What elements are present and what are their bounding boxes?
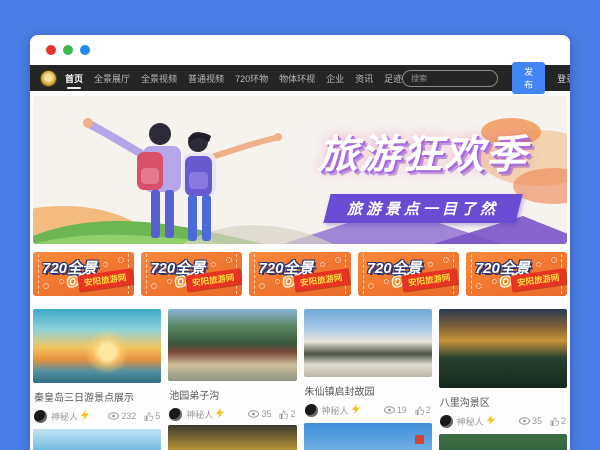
vip-badge-icon bbox=[216, 405, 224, 423]
scenic-thumbnail-old-town bbox=[304, 309, 432, 377]
thumb-up-icon bbox=[550, 417, 559, 426]
nav-item-home[interactable]: 首页 bbox=[65, 72, 83, 85]
thumb-up-icon bbox=[415, 406, 424, 415]
site-logo[interactable] bbox=[40, 70, 57, 87]
grid-column: 池园弟子沟 神秘人 35 2 bbox=[168, 309, 296, 450]
dot-ornament bbox=[428, 262, 433, 267]
hero-subtitle: 旅游景点一目了然 bbox=[347, 198, 499, 219]
scenic-thumbnail-mountain-temple bbox=[168, 309, 296, 381]
vip-badge-icon bbox=[352, 401, 360, 419]
eye-icon bbox=[519, 417, 530, 425]
author-avatar bbox=[440, 415, 453, 428]
dot-ornament bbox=[476, 283, 482, 289]
nav-item-720-object[interactable]: 720环物 bbox=[235, 72, 268, 85]
promo-banner-row: 720全景 Of 安阳旅游网 720全景 Of 安阳旅游网 720全 bbox=[33, 252, 567, 296]
dot-ornament bbox=[368, 283, 374, 289]
author-avatar bbox=[169, 408, 182, 421]
scenic-thumbnail-beach bbox=[33, 309, 161, 383]
author-avatar bbox=[34, 410, 47, 423]
likes-stat[interactable]: 5 bbox=[144, 411, 160, 421]
nav-item-footprints[interactable]: 足迹 bbox=[384, 72, 402, 85]
grid-column: 朱仙镇启封故园 神秘人 19 2 bbox=[304, 309, 432, 450]
dot-ornament bbox=[536, 262, 541, 267]
dot-ornament bbox=[59, 279, 64, 284]
card-title: 秦皇岛三日游景点展示 bbox=[34, 389, 160, 404]
scenic-card[interactable]: 秦皇岛三日游景点展示 神秘人 232 5 bbox=[33, 309, 161, 423]
promo-banner[interactable]: 720全景 Of 安阳旅游网 bbox=[466, 252, 567, 296]
publish-button[interactable]: 发布 bbox=[512, 62, 545, 94]
hero-banner[interactable]: 旅游狂欢季 旅游景点一目了然 bbox=[33, 96, 567, 244]
thumb-up-icon bbox=[279, 410, 288, 419]
scenic-card-partial[interactable] bbox=[304, 423, 432, 450]
thumb-up-icon bbox=[144, 412, 153, 421]
hero-text-block: 旅游狂欢季 旅游景点一目了然 bbox=[268, 122, 567, 223]
dot-ornament bbox=[551, 257, 557, 263]
card-meta: 神秘人 19 2 bbox=[305, 403, 431, 417]
card-meta: 神秘人 35 2 bbox=[169, 407, 295, 421]
red-seal-mark bbox=[415, 435, 424, 444]
eye-icon bbox=[108, 412, 119, 420]
grid-column: 秦皇岛三日游景点展示 神秘人 232 5 bbox=[33, 309, 161, 450]
login-link[interactable]: 登录 bbox=[557, 72, 570, 85]
scenic-card-grid: 秦皇岛三日游景点展示 神秘人 232 5 bbox=[33, 309, 567, 450]
nav-item-news[interactable]: 资讯 bbox=[355, 72, 373, 85]
promo-banner[interactable]: 720全景 Of 安阳旅游网 bbox=[249, 252, 350, 296]
scenic-card-partial[interactable] bbox=[439, 434, 567, 450]
hero-title: 旅游狂欢季 bbox=[268, 122, 567, 180]
nav-item-normal-video[interactable]: 普通视频 bbox=[188, 72, 224, 85]
scenic-card-partial[interactable] bbox=[168, 425, 296, 450]
views-stat: 19 bbox=[384, 405, 407, 415]
dot-ornament bbox=[384, 279, 389, 284]
card-title: 朱仙镇启封故园 bbox=[305, 383, 431, 398]
author-name: 神秘人 bbox=[322, 404, 349, 417]
nav-item-object-view[interactable]: 物体环视 bbox=[279, 72, 315, 85]
search-input[interactable] bbox=[402, 70, 498, 87]
dot-ornament bbox=[443, 257, 449, 263]
vip-badge-icon bbox=[487, 412, 495, 430]
browser-window: 首页 全景展厅 全景视频 普通视频 720环物 物体环视 企业 资讯 足迹 发布… bbox=[30, 35, 570, 450]
author-name: 神秘人 bbox=[457, 415, 484, 428]
author-name: 神秘人 bbox=[186, 408, 213, 421]
eye-icon bbox=[384, 406, 395, 414]
views-stat: 35 bbox=[519, 416, 542, 426]
likes-stat[interactable]: 2 bbox=[415, 405, 431, 415]
window-titlebar bbox=[30, 35, 570, 65]
grid-column: 八里沟景区 神秘人 35 2 bbox=[439, 309, 567, 450]
promo-banner[interactable]: 720全景 Of 安阳旅游网 bbox=[141, 252, 242, 296]
hero-subtitle-banner: 旅游景点一目了然 bbox=[323, 194, 522, 223]
card-title: 八里沟景区 bbox=[440, 394, 566, 409]
promo-banner[interactable]: 720全景 Of 安阳旅游网 bbox=[33, 252, 134, 296]
author-avatar bbox=[305, 404, 318, 417]
views-stat: 232 bbox=[108, 411, 136, 421]
scenic-card-partial[interactable] bbox=[33, 429, 161, 450]
main-navbar: 首页 全景展厅 全景视频 普通视频 720环物 物体环视 企业 资讯 足迹 发布… bbox=[30, 65, 570, 91]
scenic-card[interactable]: 池园弟子沟 神秘人 35 2 bbox=[168, 309, 296, 421]
card-title: 池园弟子沟 bbox=[169, 387, 295, 402]
card-meta: 神秘人 35 2 bbox=[440, 414, 566, 428]
scenic-card[interactable]: 朱仙镇启封故园 神秘人 19 2 bbox=[304, 309, 432, 417]
likes-stat[interactable]: 2 bbox=[279, 409, 295, 419]
promo-banner[interactable]: 720全景 Of 安阳旅游网 bbox=[358, 252, 459, 296]
main-menu: 首页 全景展厅 全景视频 普通视频 720环物 物体环视 企业 资讯 足迹 bbox=[65, 72, 402, 85]
dot-ornament bbox=[335, 257, 341, 263]
card-meta: 神秘人 232 5 bbox=[34, 409, 160, 423]
eye-icon bbox=[248, 410, 259, 418]
vip-badge-icon bbox=[81, 407, 89, 425]
dot-ornament bbox=[43, 283, 49, 289]
scenic-thumbnail-canyon bbox=[439, 309, 567, 388]
page-content: 旅游狂欢季 旅游景点一目了然 720全景 Of 安阳旅游网 720全景 Of bbox=[30, 91, 570, 450]
nav-item-enterprise[interactable]: 企业 bbox=[326, 72, 344, 85]
likes-stat[interactable]: 2 bbox=[550, 416, 566, 426]
maximize-window-button[interactable] bbox=[80, 45, 90, 55]
nav-item-panorama-video[interactable]: 全景视频 bbox=[141, 72, 177, 85]
minimize-window-button[interactable] bbox=[63, 45, 73, 55]
scenic-card[interactable]: 八里沟景区 神秘人 35 2 bbox=[439, 309, 567, 428]
nav-item-panorama-hall[interactable]: 全景展厅 bbox=[94, 72, 130, 85]
close-window-button[interactable] bbox=[46, 45, 56, 55]
dot-ornament bbox=[320, 262, 325, 267]
dot-ornament bbox=[492, 279, 497, 284]
views-stat: 35 bbox=[248, 409, 271, 419]
author-name: 神秘人 bbox=[51, 410, 78, 423]
